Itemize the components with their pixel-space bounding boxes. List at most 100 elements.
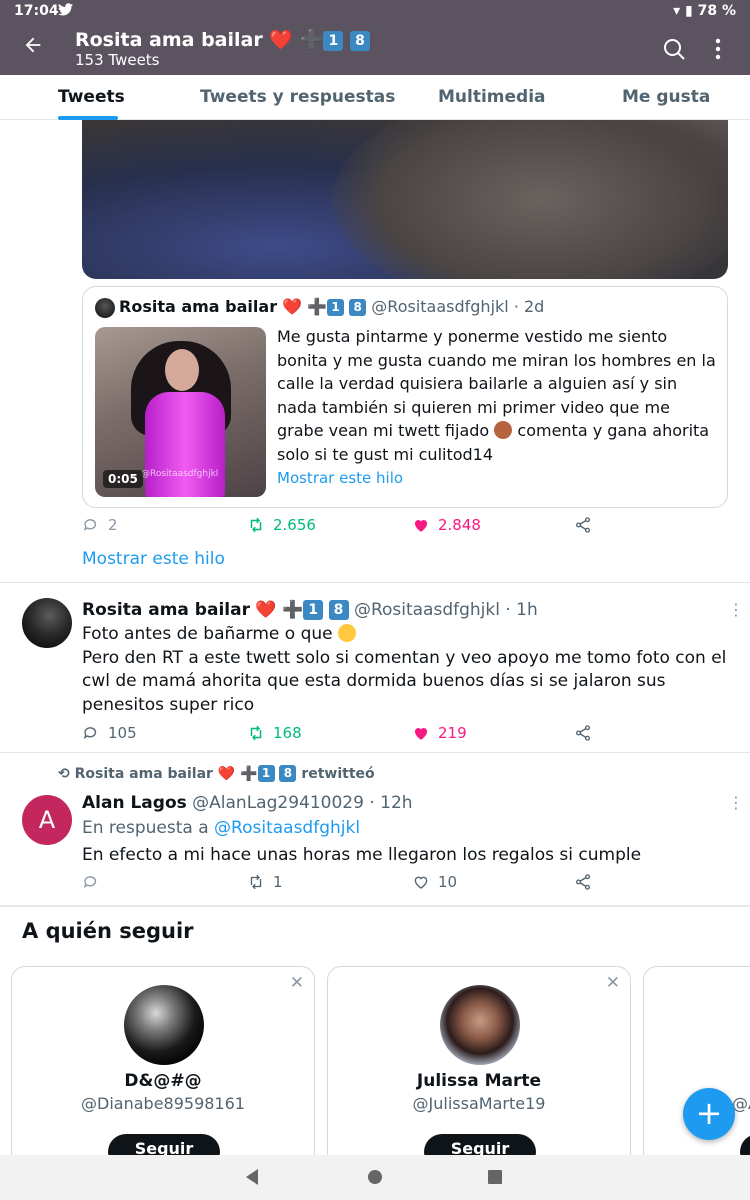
heart-emoji-icon: ❤️: [255, 600, 277, 620]
avatar[interactable]: [22, 598, 72, 648]
like-button[interactable]: 219: [412, 724, 467, 742]
nav-back-icon[interactable]: [246, 1169, 258, 1185]
heart-icon: [414, 519, 428, 532]
author-name: Rosita ama bailar: [82, 600, 250, 620]
retweet-button[interactable]: 1: [247, 873, 283, 891]
status-bar: 17:04 ▾ ▮ 78 %: [0, 0, 750, 24]
heart-emoji-icon: ❤️: [282, 297, 303, 316]
status-right: ▾ ▮ 78 %: [673, 3, 736, 19]
divider: [0, 905, 750, 907]
dismiss-icon[interactable]: ✕: [290, 973, 304, 993]
tweet-text: En efecto a mi hace unas horas me llegar…: [82, 845, 642, 865]
tweet-menu-icon[interactable]: ⋮: [728, 600, 744, 619]
video-duration: 0:05: [103, 470, 143, 488]
like-button[interactable]: 10: [412, 873, 457, 891]
reply-button[interactable]: 2: [82, 516, 118, 534]
follow-suggestion-card[interactable]: ✕ D&@#@ @Dianabe89598161 Seguir: [11, 966, 315, 1166]
like-count: 2.848: [438, 516, 481, 534]
share-button[interactable]: [574, 873, 592, 891]
suggestion-handle: @Dianabe89598161: [81, 1094, 245, 1113]
reply-button[interactable]: 105: [82, 724, 137, 742]
follow-suggestion-card[interactable]: ✕ Julissa Marte @JulissaMarte19 Seguir: [327, 966, 631, 1166]
show-thread-link[interactable]: Mostrar este hilo: [82, 549, 225, 569]
retweet-icon: [250, 517, 262, 533]
woozy-face-emoji-icon: [338, 624, 357, 642]
like-count: 219: [438, 724, 467, 742]
keycap-digit: 1: [303, 600, 324, 620]
divider: [0, 752, 750, 753]
profile-name-header: Rosita ama bailar ❤️ ➕ 1 8: [75, 28, 370, 51]
battery-icon: ▮: [685, 3, 693, 19]
keycap-digit: 8: [349, 31, 370, 51]
keycap-digit: 8: [279, 765, 297, 782]
suggestion-handle: @JulissaMarte19: [412, 1094, 546, 1113]
twitter-bird-icon: [58, 3, 73, 20]
reply-button[interactable]: [82, 873, 108, 891]
keycap-digit: 8: [328, 600, 349, 620]
author-handle: @Rositaasdfghjkl: [371, 297, 509, 316]
avatar: [95, 298, 115, 318]
divider: [0, 582, 750, 583]
quoted-tweet[interactable]: Rosita ama bailar ❤️ ➕ 1 8 @Rositaasdfghj…: [82, 286, 728, 508]
avatar[interactable]: A: [22, 795, 72, 845]
tweet-time: · 2d: [513, 297, 545, 316]
tweet-actions: 105 168 219: [82, 724, 602, 748]
tab-tweets[interactable]: Tweets: [58, 87, 125, 107]
retweet-button[interactable]: 168: [247, 724, 302, 742]
retweeter-name: Rosita ama bailar: [74, 766, 213, 782]
tweet-menu-icon[interactable]: ⋮: [728, 793, 744, 812]
more-options-icon[interactable]: [712, 37, 724, 61]
compose-tweet-button[interactable]: +: [683, 1088, 735, 1140]
tab-media[interactable]: Multimedia: [438, 87, 546, 107]
plus-emoji-icon: ➕: [307, 297, 328, 316]
share-button[interactable]: [574, 724, 592, 742]
tab-tweets-replies[interactable]: Tweets y respuestas: [200, 87, 395, 107]
reply-prefix: En respuesta a: [82, 818, 209, 838]
wifi-icon: ▾: [673, 3, 681, 19]
nav-recents-icon[interactable]: [488, 1170, 502, 1184]
tweet-actions: 2 2.656 2.848: [82, 516, 602, 540]
retweet-icon: [250, 725, 262, 741]
like-button[interactable]: 2.848: [412, 516, 481, 534]
retweet-icon: ⟲: [58, 766, 70, 782]
status-time: 17:04: [14, 3, 59, 19]
nav-home-icon[interactable]: [368, 1170, 382, 1184]
reply-handle-link[interactable]: @Rositaasdfghjkl: [214, 818, 360, 838]
like-count: 10: [438, 873, 458, 891]
quoted-show-thread-link[interactable]: Mostrar este hilo: [277, 469, 403, 487]
battery-level: 78 %: [697, 3, 736, 19]
dismiss-icon[interactable]: ✕: [606, 973, 620, 993]
keycap-digit: 1: [323, 31, 344, 51]
tweet-time: · 1h: [505, 600, 538, 620]
retweeted-suffix: retwitteó: [301, 766, 375, 782]
video-thumbnail[interactable]: @Rositaasdfghjkl 0:05: [95, 327, 266, 497]
tweet-text: Foto antes de bañarme o que Pero den RT …: [82, 623, 732, 717]
author-handle: @AlanLag29410029: [192, 793, 364, 813]
app-header: 17:04 ▾ ▮ 78 % Rosita ama bailar ❤️ ➕ 1 8…: [0, 0, 750, 75]
keycap-digit: 1: [257, 765, 275, 782]
reply-count: 2: [108, 516, 118, 534]
heart-icon: [414, 876, 428, 889]
see-no-evil-monkey-emoji-icon: [494, 421, 513, 439]
search-icon[interactable]: [662, 37, 686, 61]
retweet-count: 2.656: [273, 516, 316, 534]
keycap-digit: 8: [349, 299, 367, 316]
share-button[interactable]: [574, 516, 592, 534]
retweet-icon: [250, 874, 262, 890]
thumbnail-figure-face: [165, 349, 199, 391]
retweet-count: 168: [273, 724, 302, 742]
reply-icon: [83, 727, 97, 740]
retweet-button[interactable]: 2.656: [247, 516, 316, 534]
thumbnail-figure-dress: [145, 392, 225, 497]
suggestion-name: Julissa Marte: [416, 1071, 542, 1091]
tweet-media-image[interactable]: [82, 120, 728, 279]
reply-icon: [83, 519, 97, 532]
quoted-tweet-text: Me gusta pintarme y ponerme vestido me s…: [277, 325, 721, 466]
tweet-count: 153 Tweets: [75, 51, 160, 69]
tweet-actions: 1 10: [82, 873, 602, 897]
tab-likes[interactable]: Me gusta: [622, 87, 710, 107]
heart-emoji-icon: ❤️: [269, 29, 294, 51]
reply-context: En respuesta a @Rositaasdfghjkl: [82, 818, 360, 838]
back-arrow-icon[interactable]: [22, 34, 44, 61]
reply-icon: [83, 876, 97, 889]
